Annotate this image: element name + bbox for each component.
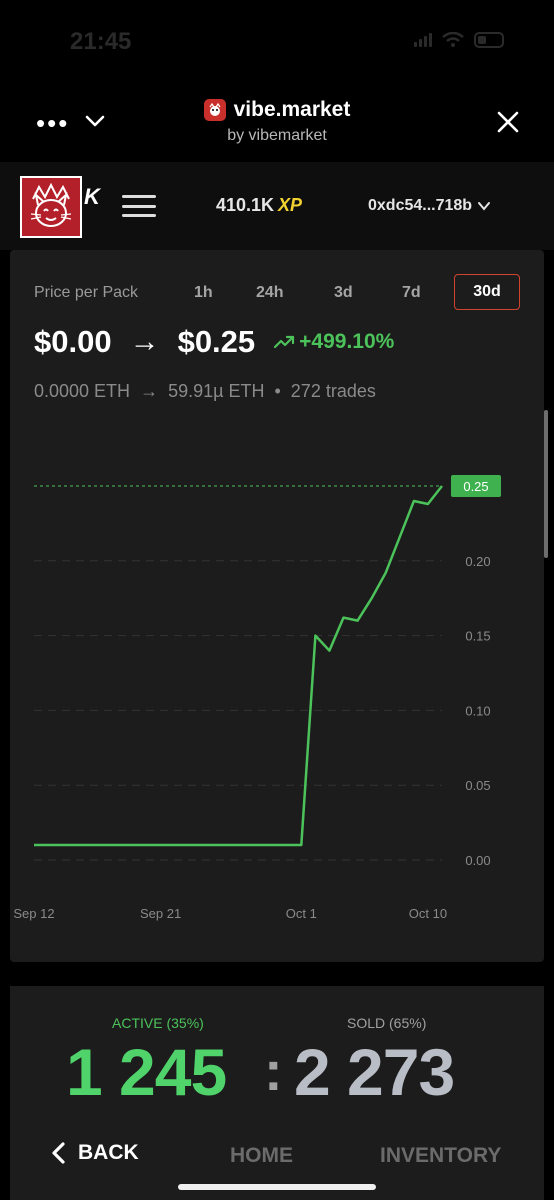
xp-label: XP (278, 195, 303, 215)
sold-count: 2 273 (294, 1035, 455, 1109)
app-logo-icon (203, 99, 226, 121)
chevron-down-icon (478, 202, 491, 211)
close-icon (497, 111, 519, 133)
hamburger-menu-button[interactable] (122, 195, 156, 217)
status-bar: 21:45 (0, 0, 554, 90)
y-tick-label: 0.20 (465, 554, 490, 569)
miniapp-header: ••• vibe.market by vibemarket (0, 90, 554, 160)
brand-wordmark: K (84, 184, 100, 209)
x-tick-label: Sep 12 (13, 906, 54, 921)
home-indicator[interactable] (178, 1184, 376, 1190)
home-button[interactable]: HOME (230, 1144, 293, 1168)
ratio-separator: : (264, 1039, 283, 1102)
price-chart-card: Price per Pack 1h 24h 3d 7d 30d $0.00 → … (10, 250, 544, 962)
back-button[interactable]: BACK (50, 1141, 139, 1165)
active-label: ACTIVE (35%) (112, 1015, 204, 1031)
status-time: 21:45 (70, 28, 132, 55)
x-tick-label: Oct 1 (286, 906, 317, 921)
price-series-line (34, 485, 443, 847)
back-label: BACK (78, 1141, 139, 1164)
xp-display[interactable]: 410.1K XP (216, 195, 302, 216)
app-subtitle: by vibemarket (227, 127, 327, 144)
y-tick-label: 0.05 (465, 778, 490, 793)
close-button[interactable] (496, 110, 520, 139)
brand-logo[interactable] (20, 176, 82, 238)
scrollbar[interactable] (544, 410, 548, 558)
wallet-address-button[interactable]: 0xdc54...718b (368, 197, 492, 215)
active-count: 1 245 (66, 1035, 227, 1109)
y-tick-label: 0.15 (465, 629, 490, 644)
status-icons (414, 32, 504, 48)
app-title: vibe.market (203, 98, 351, 122)
bottom-nav: BACK HOME INVENTORY (0, 1124, 554, 1200)
y-tick-label: 0.00 (465, 853, 490, 868)
wifi-icon (442, 32, 464, 47)
price-line-chart[interactable]: 0.00 0.05 0.10 0.15 0.20 Sep 12 Sep 21 Oct 1 Oct… (10, 250, 544, 962)
sold-label: SOLD (65%) (347, 1015, 427, 1031)
x-tick-label: Sep 21 (140, 906, 181, 921)
battery-icon (474, 32, 504, 48)
top-navbar: K 410.1K XP 0xdc54...718b (0, 162, 554, 250)
x-tick-label: Oct 10 (409, 906, 447, 921)
xp-value: 410.1K (216, 195, 275, 215)
chevron-left-icon (52, 1142, 65, 1164)
y-tick-label: 0.10 (465, 703, 490, 718)
app-title-block: vibe.market by vibemarket (0, 98, 554, 145)
cat-jester-icon (30, 182, 72, 227)
current-price-badge-label: 0.25 (463, 479, 488, 494)
app-title-text: vibe.market (233, 98, 351, 121)
cellular-signal-icon (414, 33, 432, 47)
wallet-address: 0xdc54...718b (368, 197, 473, 214)
inventory-button[interactable]: INVENTORY (380, 1144, 501, 1168)
